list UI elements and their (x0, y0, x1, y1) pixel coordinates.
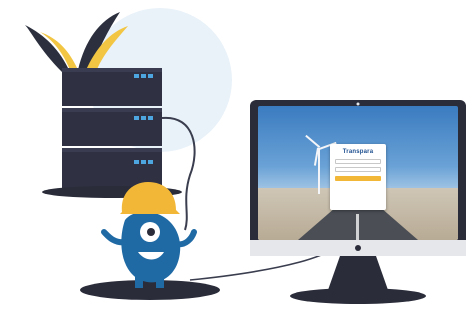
brand-logo: Transpara (342, 149, 374, 155)
power-indicator (355, 245, 361, 251)
username-field[interactable] (335, 159, 381, 164)
mascot-shadow (80, 280, 220, 300)
monitor-base (290, 288, 426, 304)
monitor-stand (328, 256, 388, 290)
server-led (134, 74, 139, 78)
login-panel: Transpara (330, 144, 386, 210)
server-unit (62, 68, 162, 106)
server-unit (62, 108, 162, 146)
password-field[interactable] (335, 167, 381, 172)
server-rack (42, 68, 182, 198)
wind-turbine (318, 148, 320, 194)
road-line (356, 214, 359, 240)
login-button[interactable] (335, 176, 381, 181)
monitor-screen: Transpara (258, 106, 458, 240)
server-unit (62, 148, 162, 188)
mascot-character (80, 182, 220, 300)
